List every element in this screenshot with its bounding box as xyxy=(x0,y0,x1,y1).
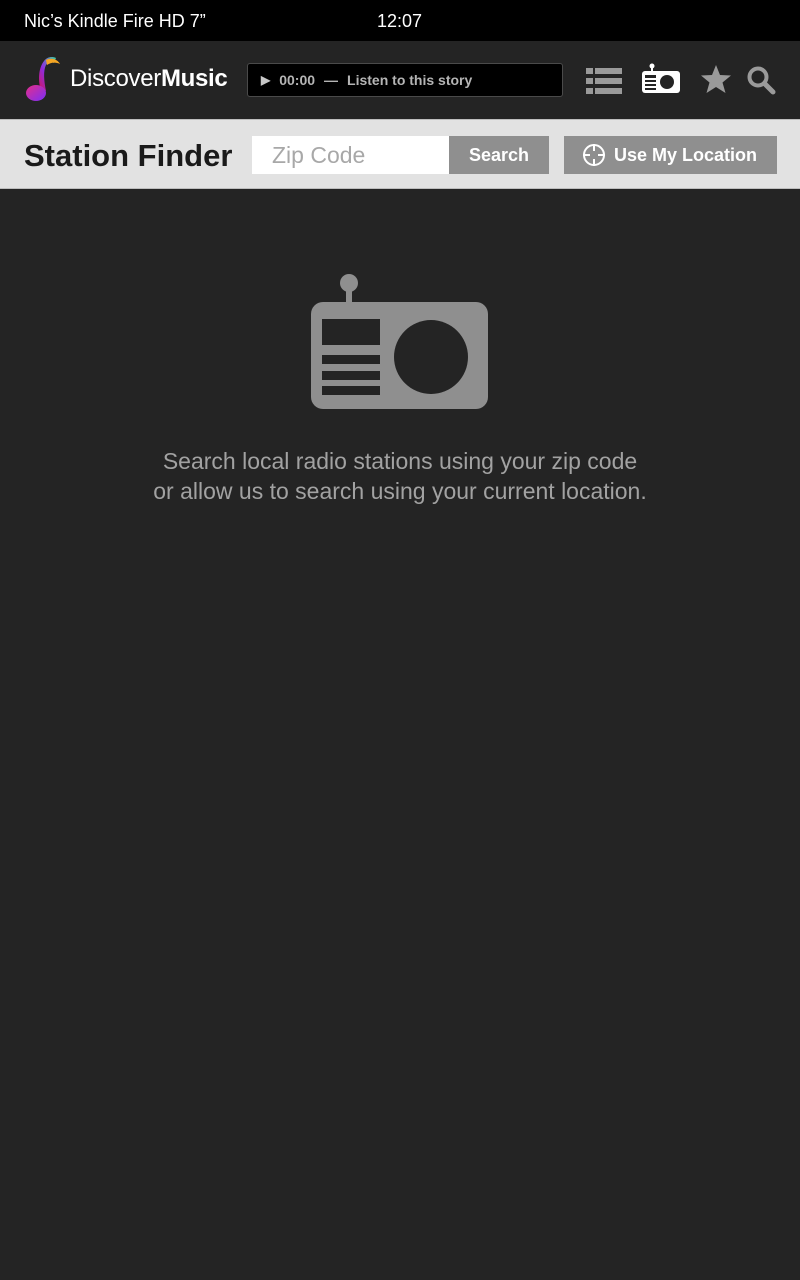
play-icon[interactable]: ▶ xyxy=(261,73,270,87)
status-time: 12:07 xyxy=(377,11,423,31)
player-label[interactable]: Listen to this story xyxy=(347,72,472,88)
music-note-logo-icon xyxy=(26,57,60,101)
empty-state-message: Search local radio stations using your z… xyxy=(0,446,800,506)
search-button[interactable]: Search xyxy=(449,136,549,174)
radio-icon xyxy=(311,274,488,409)
status-bar: Nic’s Kindle Fire HD 7” 12:07 xyxy=(0,0,800,41)
search-icon[interactable] xyxy=(746,65,776,95)
empty-state-line-2: or allow us to search using your current… xyxy=(153,478,647,504)
logo-text: DiscoverMusic xyxy=(70,65,228,92)
station-finder-bar: Station Finder Search Use My Location xyxy=(0,119,800,189)
audio-player: ▶ 00:00 — Listen to this story xyxy=(247,63,563,97)
empty-state-line-1: Search local radio stations using your z… xyxy=(162,448,638,474)
device-name: Nic’s Kindle Fire HD 7” xyxy=(24,11,206,31)
star-icon[interactable] xyxy=(700,63,732,95)
radio-icon[interactable] xyxy=(642,63,680,95)
use-my-location-label: Use My Location xyxy=(614,144,758,165)
crosshair-icon xyxy=(583,144,605,166)
zip-code-input[interactable] xyxy=(252,136,449,174)
player-time: 00:00 xyxy=(279,72,316,88)
app-bar: DiscoverMusic ▶ 00:00 — Listen to this s… xyxy=(0,41,800,119)
app-logo[interactable]: DiscoverMusic xyxy=(24,55,228,103)
player-separator: — xyxy=(324,72,339,88)
page-title: Station Finder xyxy=(24,138,233,173)
list-icon[interactable] xyxy=(586,68,622,94)
use-my-location-button[interactable]: Use My Location xyxy=(564,136,777,174)
